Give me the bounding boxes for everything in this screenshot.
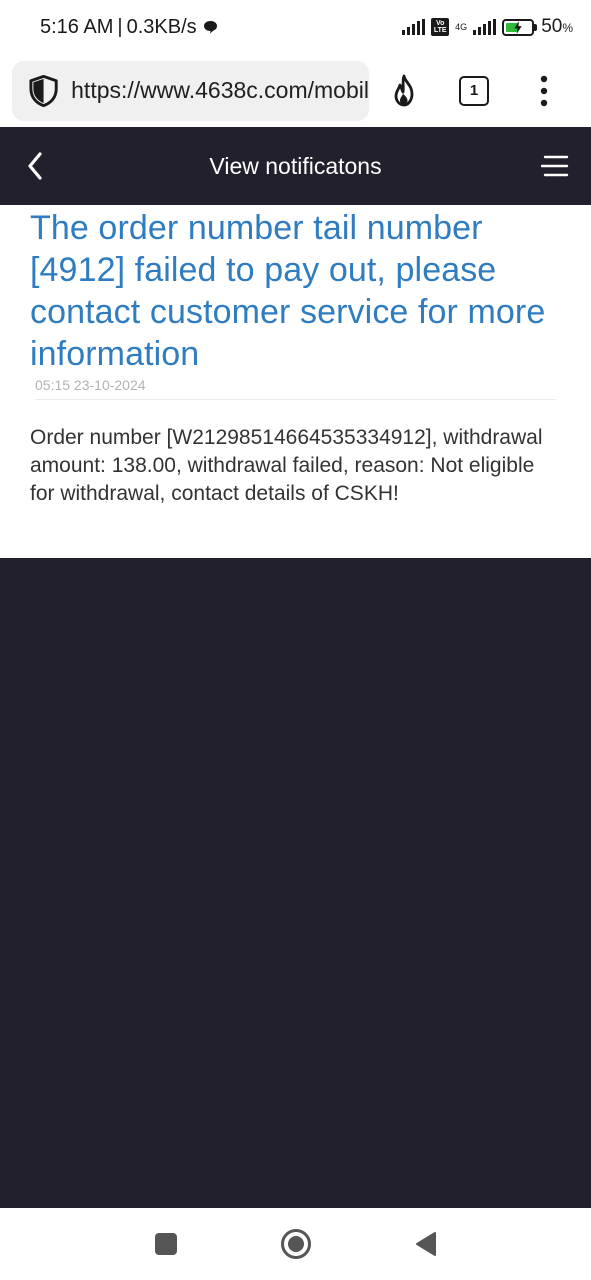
more-options-button[interactable] [509, 61, 579, 121]
recents-square-icon[interactable] [154, 1233, 177, 1255]
tabs-button[interactable]: 1 [439, 61, 509, 121]
tab-count[interactable]: 1 [459, 75, 489, 106]
battery-cap [534, 23, 538, 31]
system-back-button[interactable] [361, 1208, 491, 1280]
battery-indicator: 50% [502, 16, 573, 38]
signal-2-icon [473, 19, 497, 35]
url-text[interactable]: https://www.4638c.com/mobile [71, 77, 369, 104]
system-nav-bar [0, 1208, 591, 1280]
battery-icon [502, 18, 535, 36]
more-vert-icon[interactable] [539, 75, 549, 107]
shield-icon[interactable] [28, 74, 59, 108]
back-chevron-icon[interactable] [27, 152, 43, 180]
back-triangle-icon[interactable] [415, 1231, 437, 1257]
status-time: 5:16 AM [40, 15, 114, 38]
status-left: 5:16 AM | 0.3KB/s [40, 16, 218, 39]
back-button[interactable] [18, 147, 52, 185]
charging-bolt-icon [514, 20, 522, 34]
recents-button[interactable] [101, 1208, 231, 1280]
status-right: Vo LTE 4G 50% [402, 16, 573, 38]
screen: 5:16 AM | 0.3KB/s Vo LTE 4G 50% https://… [0, 0, 591, 1280]
home-dot [287, 1236, 304, 1252]
divider [35, 399, 556, 400]
browser-toolbar: https://www.4638c.com/mobile 1 [0, 54, 591, 127]
browser-actions: 1 [369, 61, 579, 121]
notification-body: Order number [W21298514664535334912], wi… [30, 426, 543, 505]
network-4g: 4G [455, 21, 468, 32]
network-type: 4G [455, 21, 468, 32]
signal-1-icon [402, 19, 426, 35]
page-title: View notificatons [209, 152, 382, 179]
status-bar: 5:16 AM | 0.3KB/s Vo LTE 4G 50% [0, 0, 591, 54]
status-separator: | [117, 15, 123, 38]
flame-icon[interactable] [390, 74, 418, 108]
battery-percent: 50% [541, 16, 573, 37]
notification-title: The order number tail number [4912] fail… [30, 209, 546, 373]
app-header: View notificatons [0, 127, 591, 205]
address-bar[interactable]: https://www.4638c.com/mobile [12, 60, 369, 121]
notification-timestamp: 05:15 23-10-2024 [35, 377, 146, 393]
flame-button[interactable] [369, 61, 439, 121]
menu-button[interactable] [537, 147, 573, 185]
volte-badge: Vo LTE [431, 18, 450, 36]
chat-bubble-icon [203, 21, 217, 34]
notification-detail: The order number tail number [4912] fail… [0, 205, 591, 558]
menu-icon[interactable] [541, 154, 569, 178]
home-button[interactable] [231, 1208, 361, 1280]
home-circle-icon[interactable] [280, 1229, 311, 1259]
network-speed: 0.3KB/s [126, 15, 197, 38]
